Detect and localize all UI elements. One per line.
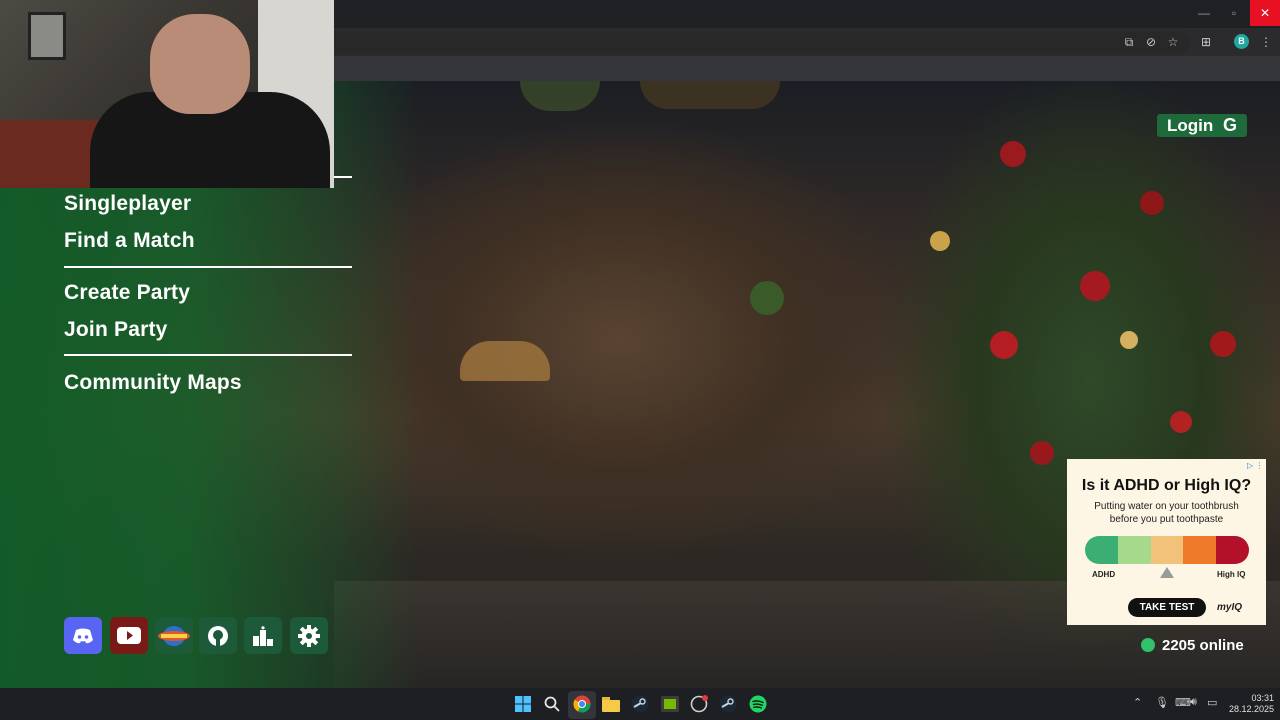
steam-icon[interactable] bbox=[630, 694, 650, 714]
tray-overflow-icon[interactable]: ⌃ bbox=[1133, 696, 1142, 709]
ad-info-icon[interactable]: ▷ ⋮ bbox=[1247, 461, 1263, 470]
github-button[interactable] bbox=[199, 617, 237, 654]
gear-icon bbox=[298, 624, 320, 647]
scale-label-right: High IQ bbox=[1217, 570, 1246, 579]
scale-segment bbox=[1085, 536, 1118, 564]
ad-title: Is it ADHD or High IQ? bbox=[1081, 477, 1252, 494]
address-bar[interactable] bbox=[334, 31, 1190, 53]
clock-date: 28.12.2025 bbox=[1228, 704, 1274, 714]
steam-icon-2[interactable] bbox=[718, 694, 738, 714]
close-icon[interactable]: ✕ bbox=[1250, 0, 1280, 26]
profile-avatar[interactable]: B bbox=[1234, 34, 1249, 49]
login-button[interactable]: Login G bbox=[1157, 114, 1247, 137]
menu-singleplayer[interactable]: Singleplayer bbox=[64, 192, 191, 216]
online-status: 2205 online bbox=[1141, 636, 1244, 656]
search-icon[interactable] bbox=[542, 694, 562, 714]
minimize-icon[interactable]: — bbox=[1189, 0, 1219, 26]
youtube-icon bbox=[117, 627, 141, 644]
star-icon[interactable]: ☆ bbox=[1165, 34, 1181, 50]
online-dot-icon bbox=[1141, 638, 1155, 652]
windows-start-icon[interactable] bbox=[513, 694, 533, 714]
settings-button[interactable] bbox=[290, 617, 328, 654]
scale-segment bbox=[1117, 536, 1151, 564]
menu-find-a-match[interactable]: Find a Match bbox=[64, 229, 195, 253]
ad-brand: myIQ bbox=[1217, 602, 1243, 613]
chrome-icon[interactable] bbox=[572, 694, 592, 714]
game-site-button[interactable] bbox=[155, 617, 193, 654]
streamer-face bbox=[150, 14, 250, 114]
eye-slash-icon[interactable]: ⊘ bbox=[1143, 34, 1159, 50]
extensions-icon[interactable]: ⊞ bbox=[1198, 34, 1214, 50]
menu-community-maps[interactable]: Community Maps bbox=[64, 371, 242, 395]
online-count: 2205 online bbox=[1162, 637, 1244, 654]
discord-button[interactable] bbox=[64, 617, 102, 654]
menu-join-party[interactable]: Join Party bbox=[64, 318, 168, 342]
file-explorer-icon[interactable] bbox=[601, 694, 621, 714]
menu-divider bbox=[64, 266, 352, 268]
youtube-button[interactable] bbox=[110, 617, 148, 654]
network-icon[interactable]: ⌨︎ bbox=[1175, 696, 1191, 709]
discord-icon bbox=[73, 628, 93, 643]
globe-logo-icon bbox=[158, 625, 190, 646]
clock-time: 03:31 bbox=[1251, 693, 1274, 703]
wall-picture bbox=[28, 12, 66, 60]
google-icon: G bbox=[1222, 115, 1237, 135]
more-menu-icon[interactable]: ⋮ bbox=[1258, 34, 1274, 50]
advertisement[interactable]: ▷ ⋮ Is it ADHD or High IQ? Putting water… bbox=[1067, 459, 1266, 625]
leaderboard-icon bbox=[253, 625, 273, 646]
scale-label-left: ADHD bbox=[1092, 570, 1116, 579]
webcam-overlay bbox=[0, 0, 334, 188]
login-label: Login bbox=[1167, 116, 1214, 135]
translate-icon[interactable]: ⧉ bbox=[1121, 34, 1137, 50]
system-clock[interactable]: 03:31 28.12.2025 bbox=[1222, 693, 1274, 715]
scale-pointer-icon bbox=[1160, 567, 1174, 578]
github-icon bbox=[208, 625, 228, 646]
microphone-icon[interactable]: 🎙︎ bbox=[1155, 696, 1169, 709]
maximize-icon[interactable]: ▫ bbox=[1219, 0, 1249, 26]
scale-segment bbox=[1216, 536, 1249, 564]
ad-scale-bar bbox=[1085, 536, 1249, 564]
menu-divider bbox=[64, 354, 352, 356]
take-test-button[interactable]: TAKE TEST bbox=[1128, 598, 1206, 617]
menu-divider-top bbox=[334, 176, 352, 178]
nvidia-icon[interactable] bbox=[660, 694, 680, 714]
spotify-icon[interactable] bbox=[748, 694, 768, 714]
scale-segment bbox=[1183, 536, 1217, 564]
volume-icon[interactable]: 🔊︎ bbox=[1190, 696, 1197, 709]
app-tool-icon[interactable] bbox=[689, 694, 709, 714]
leaderboard-button[interactable] bbox=[244, 617, 282, 654]
menu-create-party[interactable]: Create Party bbox=[64, 281, 190, 305]
scale-segment bbox=[1150, 536, 1184, 564]
battery-icon[interactable]: ▭ bbox=[1207, 696, 1217, 709]
ad-subtitle: Putting water on your toothbrush before … bbox=[1094, 501, 1239, 525]
